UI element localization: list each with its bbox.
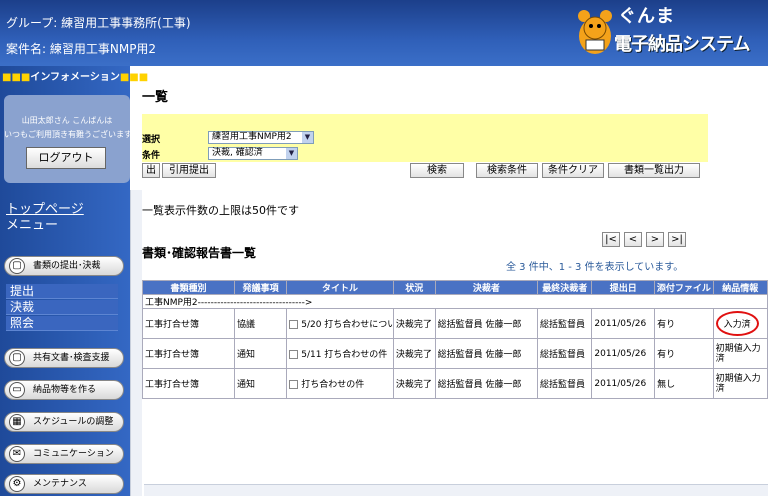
sidebar-item-submit-approve[interactable]: ▢ 書類の提出･決裁 <box>4 256 124 276</box>
thanks-text: いつもご利用頂き有難うございます。 <box>4 130 140 139</box>
sidebar-scrollbar[interactable] <box>130 190 142 496</box>
cell-title[interactable]: 5/11 打ち合わせの件 <box>286 338 394 369</box>
chevron-down-icon: ▼ <box>302 132 313 143</box>
record-count: 全 3 件中、1 - 3 件を表示しています。 <box>506 262 684 273</box>
sidebar-item-maintenance[interactable]: ⚙ メンテナンス <box>4 474 124 494</box>
sidebar-item-shared-docs[interactable]: ▢ 共有文書･検査支援 <box>4 348 124 368</box>
mascot-icon <box>578 10 612 54</box>
column-header[interactable]: 状況 <box>392 280 436 295</box>
logo: ぐんま 電子納品システム <box>570 2 760 64</box>
cell-date: 2011/05/26 <box>591 308 656 339</box>
cell-attachment: 有り <box>654 338 714 369</box>
info-box: 山田太郎さん こんばんは いつもご利用頂き有難うございます。 ログアウト <box>4 95 140 183</box>
greeting-text: 山田太郎さん こんばんは <box>21 116 113 125</box>
condition-panel: 選択 練習用工事NMP用2 ▼ 条件 決裁, 確認済 ▼ <box>142 114 708 162</box>
cell-type: 工事打合せ簿 <box>142 308 235 339</box>
mail-icon: ✉ <box>9 446 25 462</box>
column-header[interactable]: 発議事項 <box>233 280 288 295</box>
cell-delivery[interactable]: 初期値入力済 <box>712 338 768 369</box>
document-table: 書類種別 発議事項 タイトル 状況 決裁者 最終決裁者 提出日 添付ファイル 納… <box>142 280 768 399</box>
cell-item: 協議 <box>233 308 288 339</box>
cond-select-label: 選択 <box>142 135 161 145</box>
cell-approver: 総括監督員 佐藤一郎 <box>434 338 539 369</box>
cell-attachment: 有り <box>654 308 714 339</box>
submit-button[interactable]: 出 <box>142 163 160 178</box>
list-title: 書類･確認報告書一覧 <box>142 246 257 260</box>
column-header[interactable]: 最終決裁者 <box>537 280 593 295</box>
logout-button[interactable]: ログアウト <box>26 147 106 169</box>
export-list-button[interactable]: 書類一覧出力 <box>608 163 700 178</box>
cell-final-approver: 総括監督員 <box>537 368 593 399</box>
main-content: 一覧 条件 選択 練習用工事NMP用2▼ 条件 決裁, 確認済▼ 出 引用提出 … <box>142 66 768 496</box>
pager-prev-button[interactable]: < <box>624 232 642 247</box>
column-header[interactable]: 添付ファイル <box>654 280 714 295</box>
horizontal-scrollbar[interactable] <box>144 484 768 496</box>
limit-note: 一覧表示件数の上限は50件です <box>142 204 299 217</box>
table-row[interactable]: 工事打合せ簿 通知 打ち合わせの件 決裁完了 総括監督員 佐藤一郎 総括監督員 … <box>142 368 768 399</box>
checkbox[interactable] <box>289 380 299 389</box>
cell-type: 工事打合せ簿 <box>142 338 235 369</box>
sidebar-subitem-submit[interactable]: 提出 <box>6 284 118 299</box>
cell-status: 決裁完了 <box>392 338 436 369</box>
cell-attachment: 無し <box>654 368 714 399</box>
cite-submit-button[interactable]: 引用提出 <box>162 163 216 178</box>
column-header[interactable]: 提出日 <box>591 280 656 295</box>
project-label: 案件名: 練習用工事NMP用2 <box>6 42 157 56</box>
calendar-icon: ▦ <box>9 414 25 430</box>
cell-approver: 総括監督員 佐藤一郎 <box>434 308 539 339</box>
cell-title[interactable]: 打ち合わせの件 <box>286 368 394 399</box>
cell-delivery[interactable]: 初期値入力済 <box>712 368 768 399</box>
table-row[interactable]: 工事打合せ簿 協議 5/20 打ち合わせについて 決裁完了 総括監督員 佐藤一郎… <box>142 308 768 339</box>
wrench-icon: ⚙ <box>9 476 25 492</box>
info-title: ■■■インフォメーション■■■ <box>2 72 149 83</box>
sidebar-item-schedule[interactable]: ▦ スケジュールの調整 <box>4 412 124 432</box>
chevron-down-icon: ▼ <box>286 148 297 159</box>
cell-status: 決裁完了 <box>392 308 436 339</box>
group-label: グループ: 練習用工事事務所(工事) <box>6 16 191 30</box>
table-header-row: 書類種別 発議事項 タイトル 状況 決裁者 最終決裁者 提出日 添付ファイル 納… <box>142 280 768 295</box>
search-button[interactable]: 検索 <box>410 163 464 178</box>
cell-item: 通知 <box>233 338 288 369</box>
cond-filter-label: 条件 <box>142 151 161 161</box>
cell-final-approver: 総括監督員 <box>537 338 593 369</box>
document-icon: ▢ <box>9 350 25 366</box>
checkbox[interactable] <box>289 320 299 329</box>
logo-bottom-text: 電子納品システム <box>614 34 750 55</box>
pager-last-button[interactable]: >| <box>668 232 686 247</box>
column-header[interactable]: 決裁者 <box>434 280 539 295</box>
page-title: 一覧 <box>142 90 169 105</box>
cell-date: 2011/05/26 <box>591 338 656 369</box>
cell-approver: 総括監督員 佐藤一郎 <box>434 368 539 399</box>
group-row: 工事NMP用2---------------------------------… <box>142 294 768 309</box>
sidebar-subitem-approve[interactable]: 決裁 <box>6 300 118 315</box>
cell-delivery[interactable]: 入力済 <box>712 308 768 339</box>
sidebar-subitem-inquiry[interactable]: 照会 <box>6 316 118 331</box>
clear-condition-button[interactable]: 条件クリア <box>542 163 604 178</box>
table-row[interactable]: 工事打合せ簿 通知 5/11 打ち合わせの件 決裁完了 総括監督員 佐藤一郎 総… <box>142 338 768 369</box>
pager-first-button[interactable]: |< <box>602 232 620 247</box>
pager-next-button[interactable]: > <box>646 232 664 247</box>
column-header[interactable]: 納品情報 <box>712 280 768 295</box>
logo-top-text: ぐんま <box>618 6 675 27</box>
cell-final-approver: 総括監督員 <box>537 308 593 339</box>
cell-type: 工事打合せ簿 <box>142 368 235 399</box>
package-icon: ▭ <box>9 382 25 398</box>
cell-title[interactable]: 5/20 打ち合わせについて <box>286 308 394 339</box>
status-filter-select[interactable]: 決裁, 確認済 ▼ <box>208 147 298 160</box>
column-header[interactable]: タイトル <box>286 280 394 295</box>
menu-heading: メニュー <box>6 218 59 233</box>
search-condition-button[interactable]: 検索条件 <box>476 163 538 178</box>
project-select[interactable]: 練習用工事NMP用2 ▼ <box>208 131 314 144</box>
cell-status: 決裁完了 <box>392 368 436 399</box>
highlight-circle: 入力済 <box>715 311 759 336</box>
sidebar-item-deliverables[interactable]: ▭ 納品物等を作る <box>4 380 124 400</box>
document-icon: ▢ <box>9 258 25 274</box>
header: グループ: 練習用工事事務所(工事) 案件名: 練習用工事NMP用2 ぐんま 電… <box>0 0 768 66</box>
cell-date: 2011/05/26 <box>591 368 656 399</box>
cell-item: 通知 <box>233 368 288 399</box>
group-label: 工事NMP用2---------------------------------… <box>142 294 768 309</box>
checkbox[interactable] <box>289 350 299 359</box>
column-header[interactable]: 書類種別 <box>142 280 235 295</box>
sidebar-item-communication[interactable]: ✉ コミュニケーション <box>4 444 124 464</box>
